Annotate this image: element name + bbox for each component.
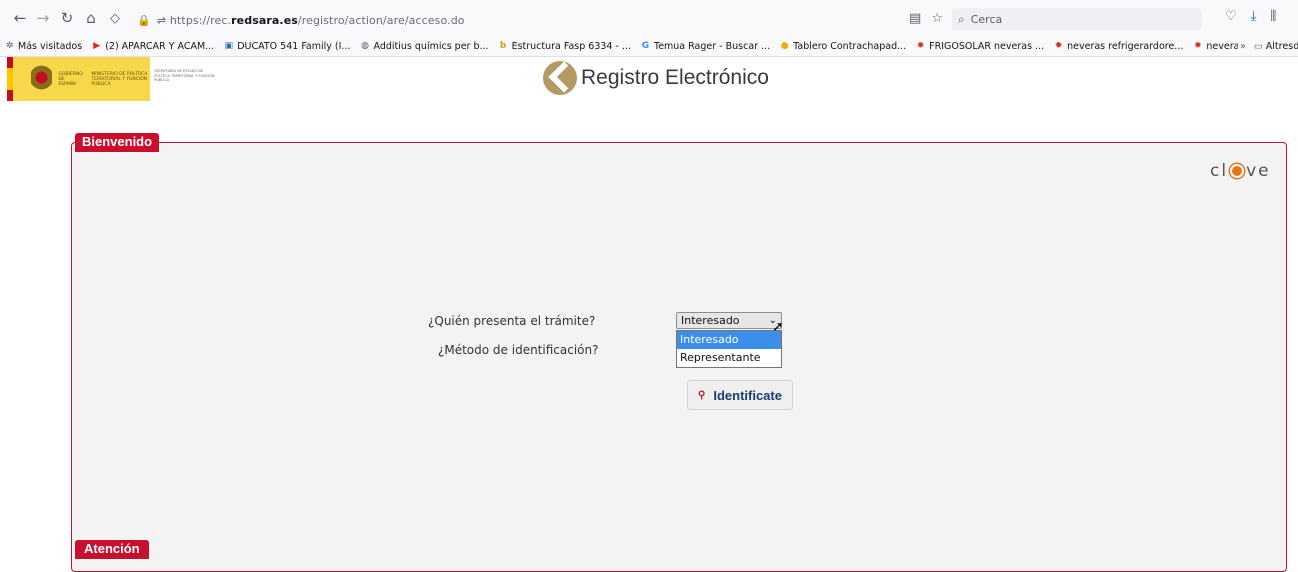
bookmark-star-icon[interactable]: ☆ [931,11,943,26]
pin-icon: ● [780,40,789,51]
mouse-cursor-icon: ➚ [772,318,784,334]
permissions-icon[interactable]: ⇌ [157,14,166,27]
image-icon: ▣ [224,40,233,51]
download-icon[interactable]: ⤓ [1251,9,1257,24]
page-title: Registro Electrónico [581,66,769,89]
government-logo: GOBIERNO DE ESPAÑA MINISTERIO DE POLÍTICA… [7,57,220,101]
b-icon: b [499,40,507,51]
bookmark-item[interactable]: ▶ (2) APARCAR Y ACAM... [91,41,214,52]
forward-icon[interactable]: → [33,8,53,28]
registro-header: Registro Electrónico [543,60,769,96]
search-icon: ⌕ [958,11,965,26]
bookmarks-bar: ✲ Más visitados ▶ (2) APARCAR Y ACAM... ▣ DUC… [0,36,1298,57]
question-presenter-label: ¿Quién presenta el trámite? [428,314,596,328]
bookmarks-overflow[interactable]: » ▭ Altres [1238,36,1294,56]
presenter-select[interactable]: Interesado ⌄ [676,312,782,329]
option-representante[interactable]: Representante [677,349,781,367]
bookmark-item[interactable]: ◍ Additius químics per b... [360,41,489,52]
browser-toolbar: ← → ↻ ⌂ ◇ 🔒 ⇌ https://rec.redsara.es/reg… [0,0,1298,36]
clave-logo: cl ve [1210,161,1271,181]
question-method-label: ¿Método de identificación? [438,343,599,357]
bookmark-item[interactable]: ✲ Más visitados [4,41,82,52]
google-icon: G [641,40,650,51]
search-input[interactable]: ⌕ Cerca [952,8,1202,30]
presenter-dropdown-list: Interesado Representante [676,330,782,368]
pocket-icon[interactable]: ♡ [1225,9,1237,24]
option-interesado[interactable]: Interesado [677,331,781,349]
bookmark-item[interactable]: ✹ neveras refrigerardore... [1053,40,1184,52]
bookmark-item[interactable]: ✹ FRIGOSOLAR neveras ... [915,41,1044,52]
sun-icon: ✹ [1054,40,1063,51]
lock-icon: 🔒 [137,13,151,27]
ministry-text: MINISTERIO DE POLÍTICA TERRITORIAL Y FUN… [91,71,148,87]
secretaria-text: SECRETARÍA DE ESTADO DE POLÍTICA TERRITO… [150,57,220,101]
coat-of-arms-icon [30,64,53,94]
youtube-icon: ▶ [93,40,101,51]
home-icon[interactable]: ⌂ [81,8,101,28]
panel-tab-bienvenido: Bienvenido [75,133,160,152]
panel-tab-atencion: Atención [75,540,149,559]
identificate-button[interactable]: ⚲ Identificate [687,380,793,410]
url-bar[interactable]: 🔒 ⇌ https://rec.redsara.es/registro/acti… [137,10,945,30]
chevron-right-icon: » [1240,41,1246,52]
bookmark-item[interactable]: G Temua Rager - Buscar ... [640,41,770,52]
back-icon[interactable]: ← [10,8,30,28]
sun-icon: ✹ [916,40,925,51]
bookmark-item[interactable]: ▣ DUCATO 541 Family (I... [223,41,350,52]
user-icon: ⚲ [698,389,706,401]
library-icon[interactable]: ⫼ [1270,9,1276,24]
reload-icon[interactable]: ↻ [57,8,77,28]
bookmark-item[interactable]: ● Tablero Contrachapad... [779,41,906,52]
reader-view-icon[interactable]: ▤ [909,11,921,26]
bookmark-item[interactable]: b Estructura Fasp 6334 - ... [498,41,631,52]
url-text: https://rec.redsara.es/registro/action/a… [169,13,465,27]
folder-icon: ▭ [1253,41,1263,52]
gear-icon: ✲ [5,40,14,51]
registro-logo-icon [543,61,577,95]
flag-bar [7,57,13,101]
gov-text: GOBIERNO DE ESPAÑA [58,71,83,87]
globe-icon: ◍ [361,40,369,51]
shield-icon[interactable]: ◇ [105,8,125,28]
clave-o-icon [1230,164,1245,178]
sun-icon: ✹ [1194,40,1202,51]
